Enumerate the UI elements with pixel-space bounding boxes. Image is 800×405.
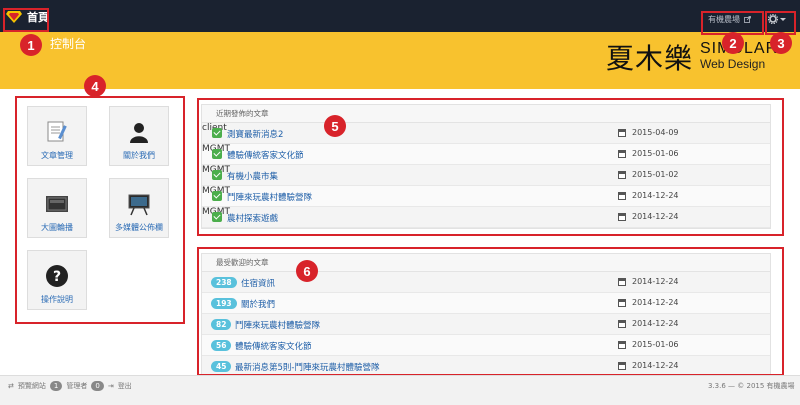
annotation-box-1: [3, 8, 49, 32]
annotation-box-5: [197, 98, 784, 236]
annotation-badge-2: 2: [722, 32, 744, 54]
admin-count-badge: 1: [49, 381, 63, 391]
preview-site-link[interactable]: 預覽網站: [18, 381, 46, 391]
logout-link[interactable]: 登出: [118, 381, 132, 391]
header-banner: 控制台 夏木樂 SIMULAR Web Design: [0, 32, 800, 89]
preview-icon: ⇄: [8, 382, 14, 390]
footer-version: 3.3.6 — © 2015 有機農場: [708, 381, 795, 391]
brand-subtitle: Web Design: [700, 57, 766, 71]
logout-icon: ⇥: [107, 382, 114, 390]
online-count-badge: 0: [91, 381, 104, 391]
footer-bar: ⇄ 預覽網站 1 管理者 0 ⇥ 登出 3.3.6 — © 2015 有機農場: [0, 375, 800, 405]
top-navbar: 首頁 有機農場: [0, 0, 800, 32]
footer-status: ⇄ 預覽網站 1 管理者 0 ⇥ 登出: [8, 381, 132, 391]
annotation-badge-4: 4: [84, 75, 106, 97]
admin-label: 管理者: [66, 382, 88, 390]
version-number: 3.3.6: [708, 382, 726, 390]
copyright-text: — © 2015 有機農場: [728, 382, 795, 390]
annotation-badge-1: 1: [20, 34, 42, 56]
annotation-badge-5: 5: [324, 115, 346, 137]
brand-logo-text: 夏木樂: [606, 42, 694, 75]
annotation-badge-3: 3: [770, 32, 792, 54]
page-title: 控制台: [50, 37, 87, 51]
annotation-box-6: [197, 247, 784, 376]
annotation-badge-6: 6: [296, 260, 318, 282]
annotation-box-4: [15, 96, 185, 324]
